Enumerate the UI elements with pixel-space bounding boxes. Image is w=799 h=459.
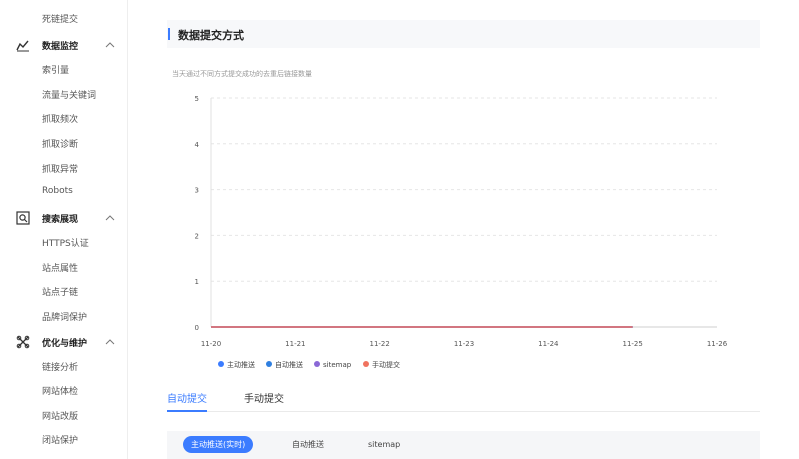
sidebar-group-label: 搜索展现 (42, 215, 79, 225)
chart-description: 当天通过不同方式提交成功的去重后链接数量 (172, 70, 312, 78)
legend-marker (363, 361, 369, 367)
subtab-active-push[interactable]: 主动推送(实时) (183, 436, 254, 453)
subtab-auto-push[interactable]: 自动推送 (292, 436, 324, 453)
tab-label: 手动提交 (244, 394, 284, 405)
sidebar-item-dead-link[interactable]: 死链提交 (42, 12, 78, 25)
active-tab-indicator (167, 410, 207, 412)
sidebar-group-label: 数据监控 (42, 42, 79, 52)
sidebar: 死链提交 数据监控 索引量 流量与关键词 抓取频次 抓取诊断 抓取异常 Robo… (0, 0, 128, 459)
sidebar-item-site-check[interactable]: 网站体检 (42, 384, 78, 397)
y-tick-label: 0 (195, 324, 199, 332)
legend-label: sitemap (323, 361, 352, 369)
search-display-icon (16, 211, 30, 225)
legend-label: 自动推送 (275, 360, 303, 369)
sidebar-item-site-attributes[interactable]: 站点属性 (42, 261, 78, 274)
sidebar-item-site-revision[interactable]: 网站改版 (42, 409, 78, 422)
chevron-up-icon[interactable] (105, 337, 115, 347)
optimize-icon (16, 335, 30, 349)
y-tick-label: 2 (195, 232, 199, 240)
chevron-up-icon[interactable] (105, 40, 115, 50)
submission-tabs: 自动提交 手动提交 (167, 382, 760, 412)
tab-manual-submit[interactable]: 手动提交 (244, 390, 284, 405)
legend-label: 主动推送 (227, 360, 255, 369)
sidebar-group-search-display[interactable]: 搜索展现 (0, 208, 128, 228)
legend-label: 手动提交 (372, 360, 400, 369)
title-accent-bar (168, 28, 170, 40)
x-tick-label: 11-25 (622, 340, 642, 348)
legend-marker (266, 361, 272, 367)
sidebar-item-traffic[interactable]: 流量与关键词 (42, 88, 96, 101)
subtab-toolbar: 主动推送(实时) 自动推送 sitemap (167, 431, 760, 459)
y-tick-label: 5 (195, 95, 199, 103)
x-tick-label: 11-21 (285, 340, 305, 348)
submission-line-chart: 0 1 2 3 4 5 11-20 11-21 11-22 11-23 11-24 11-25 11-2… (195, 95, 728, 369)
chart-trend-icon (16, 40, 29, 52)
y-tick-label: 4 (195, 141, 200, 149)
sidebar-item-index[interactable]: 索引量 (42, 63, 69, 76)
main-content: 数据提交方式 当天通过不同方式提交成功的去重后链接数量 0 1 2 3 4 5 11-20 1… (129, 0, 799, 459)
sidebar-group-data-monitor[interactable]: 数据监控 (0, 35, 128, 55)
y-tick-label: 3 (195, 187, 199, 195)
legend-marker (314, 361, 320, 367)
sidebar-item-brand-protection[interactable]: 品牌词保护 (42, 310, 87, 323)
sidebar-group-label: 优化与维护 (42, 339, 88, 349)
card-title: 数据提交方式 (178, 29, 244, 42)
card-header: 数据提交方式 (167, 20, 760, 48)
sidebar-group-optimize[interactable]: 优化与维护 (0, 332, 128, 352)
x-tick-label: 11-22 (369, 340, 389, 348)
legend-marker (218, 361, 224, 367)
sidebar-item-sitelinks[interactable]: 站点子链 (42, 285, 78, 298)
subtab-sitemap[interactable]: sitemap (368, 436, 400, 453)
y-tick-label: 1 (195, 278, 199, 286)
x-tick-label: 11-24 (538, 340, 559, 348)
x-tick-label: 11-20 (201, 340, 221, 348)
x-tick-label: 11-26 (707, 340, 728, 348)
tab-auto-submit[interactable]: 自动提交 (167, 390, 207, 405)
sidebar-item-crawl-diagnose[interactable]: 抓取诊断 (42, 137, 78, 150)
sidebar-item-robots[interactable]: Robots (42, 186, 73, 196)
sidebar-item-crawl-frequency[interactable]: 抓取频次 (42, 112, 78, 125)
sidebar-item-link-analysis[interactable]: 链接分析 (42, 360, 78, 373)
chevron-up-icon[interactable] (105, 213, 115, 223)
sidebar-item-site-closure[interactable]: 闭站保护 (42, 433, 78, 446)
tab-label: 自动提交 (167, 394, 207, 405)
x-tick-label: 11-23 (454, 340, 474, 348)
sidebar-item-crawl-error[interactable]: 抓取异常 (42, 162, 78, 175)
sidebar-item-https[interactable]: HTTPS认证 (42, 236, 89, 249)
